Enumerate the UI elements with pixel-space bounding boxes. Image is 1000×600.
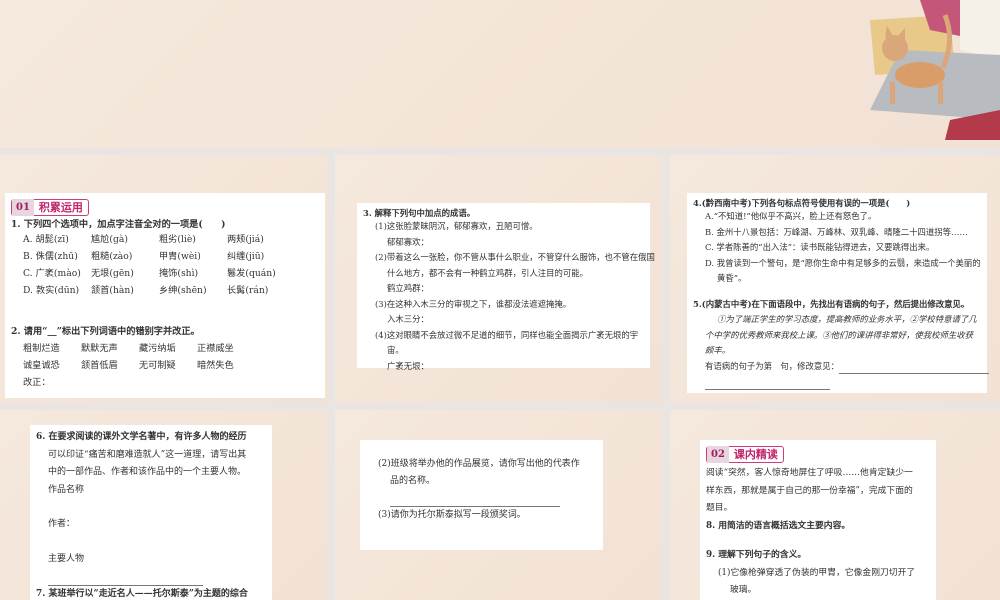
- section-number: 02: [707, 445, 729, 464]
- slide-content: 6. 在要求阅读的课外文学名著中，有许多人物的经历 可以印证“痛苦和磨难造就人”…: [30, 425, 272, 600]
- text-line: 样东西，那就是属于自己的那一份幸福”，完成下面的: [706, 485, 913, 496]
- slide-content: 3. 解释下列句中加点的成语。 (1)这张脸蒙昧阴沉，郁郁寡欢，丑陋可憎。 郁郁…: [357, 203, 655, 371]
- option: 粗劣(liè): [159, 234, 196, 245]
- question-6: 6. 在要求阅读的课外文学名著中，有许多人物的经历: [36, 432, 247, 442]
- work-name-label: 作品名称: [48, 484, 85, 495]
- text-line: 广袤无垠：: [387, 360, 429, 371]
- option: 两颊(jiá): [227, 234, 264, 245]
- text-line: (2)班级将举办他的作品展览，请你写出他的代表作: [378, 459, 580, 469]
- answer-label: 有语病的句子为第 句，修改意见：: [705, 360, 839, 371]
- slide-content: (2)班级将举办他的作品展览，请你写出他的代表作 品的名称。 (3)请你为托尔斯…: [360, 440, 603, 550]
- answer-line[interactable]: [839, 364, 989, 374]
- text-line: 可以印证“痛苦和磨难造就人”这一道理，请写出其: [48, 449, 247, 460]
- option: 鬈发(quán): [227, 268, 276, 279]
- author-label: 作者：: [48, 519, 76, 529]
- option-row: C. 广袤(mào) 无垠(gēn) 掩饰(shì) 鬈发(quán): [11, 265, 319, 282]
- slide-accumulation[interactable]: 01 积累运用 1. 下列四个选项中，加点字注音全对的一项是( ) A. 胡髭(z…: [0, 155, 328, 403]
- answer-line[interactable]: [48, 576, 203, 586]
- text-line: 阅读“突然，客人惊奇地屏住了呼吸……他肯定缺少一: [706, 468, 913, 478]
- option: B. 金州十八景包括：万峰湖、万峰林、双乳峰、晴隆二十四道拐等……: [705, 226, 968, 237]
- option: 纠缠(jiū): [227, 251, 265, 262]
- option: C. 广袤(mào): [23, 268, 81, 279]
- question-4: 4.(黔西南中考)下列各句标点符号使用有误的一项是( ): [693, 198, 911, 208]
- option: D. 我曾读到一个警句，是“愿你生命中有足够多的云翳，来造成一个美丽的: [705, 257, 981, 268]
- option: 乡绅(shēn): [159, 285, 207, 296]
- option: 长髯(rán): [227, 285, 269, 296]
- option: 颔首(hàn): [91, 285, 134, 296]
- section-title: 课内精读: [733, 447, 778, 461]
- question-8: 8. 用简洁的语言概括选文主要内容。: [706, 520, 851, 531]
- option: D. 敦实(dūn): [23, 285, 80, 296]
- option: 无垠(gēn): [91, 268, 134, 279]
- answer-line[interactable]: [705, 380, 830, 390]
- slide-punctuation[interactable]: 4.(黔西南中考)下列各句标点符号使用有误的一项是( ) A.“不知道!”他似乎…: [670, 155, 1000, 403]
- text-line: ①为了端正学生的学习态度，提高教师的业务水平，②学校特意请了几: [717, 314, 977, 324]
- option: 粗糙(zào): [91, 251, 133, 262]
- question-2: 2. 请用“__”标出下列词语中的错别字并改正。: [11, 326, 200, 337]
- slide-idioms[interactable]: 3. 解释下列句中加点的成语。 (1)这张脸蒙昧阴沉，郁郁寡欢，丑陋可憎。 郁郁…: [335, 155, 663, 403]
- option: A. 胡髭(zī): [23, 234, 69, 245]
- text-line: 颇丰。: [705, 345, 731, 355]
- slide-content: 4.(黔西南中考)下列各句标点符号使用有误的一项是( ) A.“不知道!”他似乎…: [687, 193, 989, 393]
- option: 甲胄(wèi): [159, 251, 201, 262]
- option: C. 学者陈善的“出入法”：读书既能钻得进去，又要跳得出来。: [705, 242, 935, 252]
- section-badge: 02 课内精读: [706, 445, 784, 464]
- option-row: A. 胡髭(zī) 尴尬(gà) 粗劣(liè) 两颊(jiá): [11, 231, 319, 248]
- word: 暗然失色: [197, 360, 234, 371]
- text-line: 郁郁寡欢：: [387, 236, 429, 247]
- word: 默默无声: [81, 343, 118, 354]
- option: 黄昏”。: [717, 273, 747, 283]
- section-title: 积累运用: [38, 201, 83, 214]
- text-line: 个中学的优秀教师来我校上课。③他们的课讲得非常好，使我校师生收获: [705, 329, 973, 340]
- text-line: (1)这张脸蒙昧阴沉，郁郁寡欢，丑陋可憎。: [375, 221, 538, 231]
- text-line: (1)它像枪弹穿透了伪装的甲胄，它像金刚刀切开了: [718, 567, 916, 578]
- slide-content: 01 积累运用 1. 下列四个选项中，加点字注音全对的一项是( ) A. 胡髭(z…: [5, 193, 325, 398]
- option-row: B. 侏儒(zhū) 粗糙(zào) 甲胄(wèi) 纠缠(jiū): [11, 248, 319, 265]
- slide-classics[interactable]: 6. 在要求阅读的课外文学名著中，有许多人物的经历 可以印证“痛苦和磨难造就人”…: [0, 410, 328, 600]
- option: A.“不知道!”他似乎不高兴，脸上还有怒色了。: [705, 211, 877, 221]
- question-9: 9. 理解下列句子的含义。: [706, 550, 807, 560]
- question-3: 3. 解释下列句中加点的成语。: [363, 208, 476, 218]
- answer-line[interactable]: [390, 497, 560, 507]
- word: 颔首低眉: [81, 360, 118, 371]
- text-line: 题目。: [706, 503, 733, 513]
- slide-close-reading[interactable]: 02 课内精读 阅读“突然，客人惊奇地屏住了呼吸……他肯定缺少一 样东西，那就是属…: [670, 410, 1000, 600]
- word: 藏污纳垢: [139, 343, 176, 354]
- fix-label: 改正：: [23, 377, 51, 388]
- cat-illustration-icon: [870, 0, 1000, 140]
- text-line: (3)请你为托尔斯泰拟写一段颁奖词。: [378, 510, 526, 520]
- text-line: 品的名称。: [390, 476, 436, 486]
- option-row: D. 敦实(dūn) 颔首(hàn) 乡绅(shēn) 长髯(rán): [11, 282, 319, 299]
- option: 掩饰(shì): [159, 268, 199, 279]
- question-7: 7. 某班举行以“走近名人——托尔斯泰”为主题的综合: [36, 588, 248, 599]
- text-line: 宙。: [387, 345, 404, 355]
- option: 尴尬(gà): [91, 234, 128, 245]
- option: B. 侏儒(zhū): [23, 251, 78, 262]
- text-line: (3)在这种入木三分的审视之下，谁都没法遮遮掩掩。: [375, 298, 572, 309]
- word: 诚皇诚恐: [23, 360, 60, 371]
- text-line: 中的一部作品、作者和该作品中的一个主要人物。: [48, 467, 247, 477]
- text-line: (4)这对眼睛不会放过微不足道的细节，同样也能全面揭示广袤无垠的宇: [375, 329, 639, 340]
- character-label: 主要人物: [48, 553, 85, 564]
- text-line: 什么地方，都不会有一种鹤立鸡群，引人注目的可能。: [387, 267, 588, 278]
- word: 正襟威坐: [197, 343, 234, 354]
- section-number: 01: [12, 199, 34, 216]
- text-line: (2)带着这么一张脸，你不管从事什么职业，不管穿什么服饰，也不管在俄国: [375, 252, 655, 262]
- slide-top[interactable]: [0, 0, 1000, 148]
- section-badge: 01 积累运用: [11, 199, 89, 216]
- text-line: 鹤立鸡群：: [387, 283, 429, 293]
- slide-tolstoy[interactable]: (2)班级将举办他的作品展览，请你写出他的代表作 品的名称。 (3)请你为托尔斯…: [335, 410, 663, 600]
- slide-content: 02 课内精读 阅读“突然，客人惊奇地屏住了呼吸……他肯定缺少一 样东西，那就是属…: [700, 440, 936, 600]
- question-1: 1. 下列四个选项中，加点字注音全对的一项是( ): [11, 219, 226, 230]
- word: 无可制疑: [139, 360, 176, 371]
- word: 粗制烂造: [23, 343, 60, 354]
- question-5: 5.(内蒙古中考)在下面语段中，先找出有语病的句子，然后提出修改意见。: [693, 298, 970, 309]
- text-line: 入木三分：: [387, 314, 429, 324]
- text-line: 玻璃。: [730, 585, 757, 595]
